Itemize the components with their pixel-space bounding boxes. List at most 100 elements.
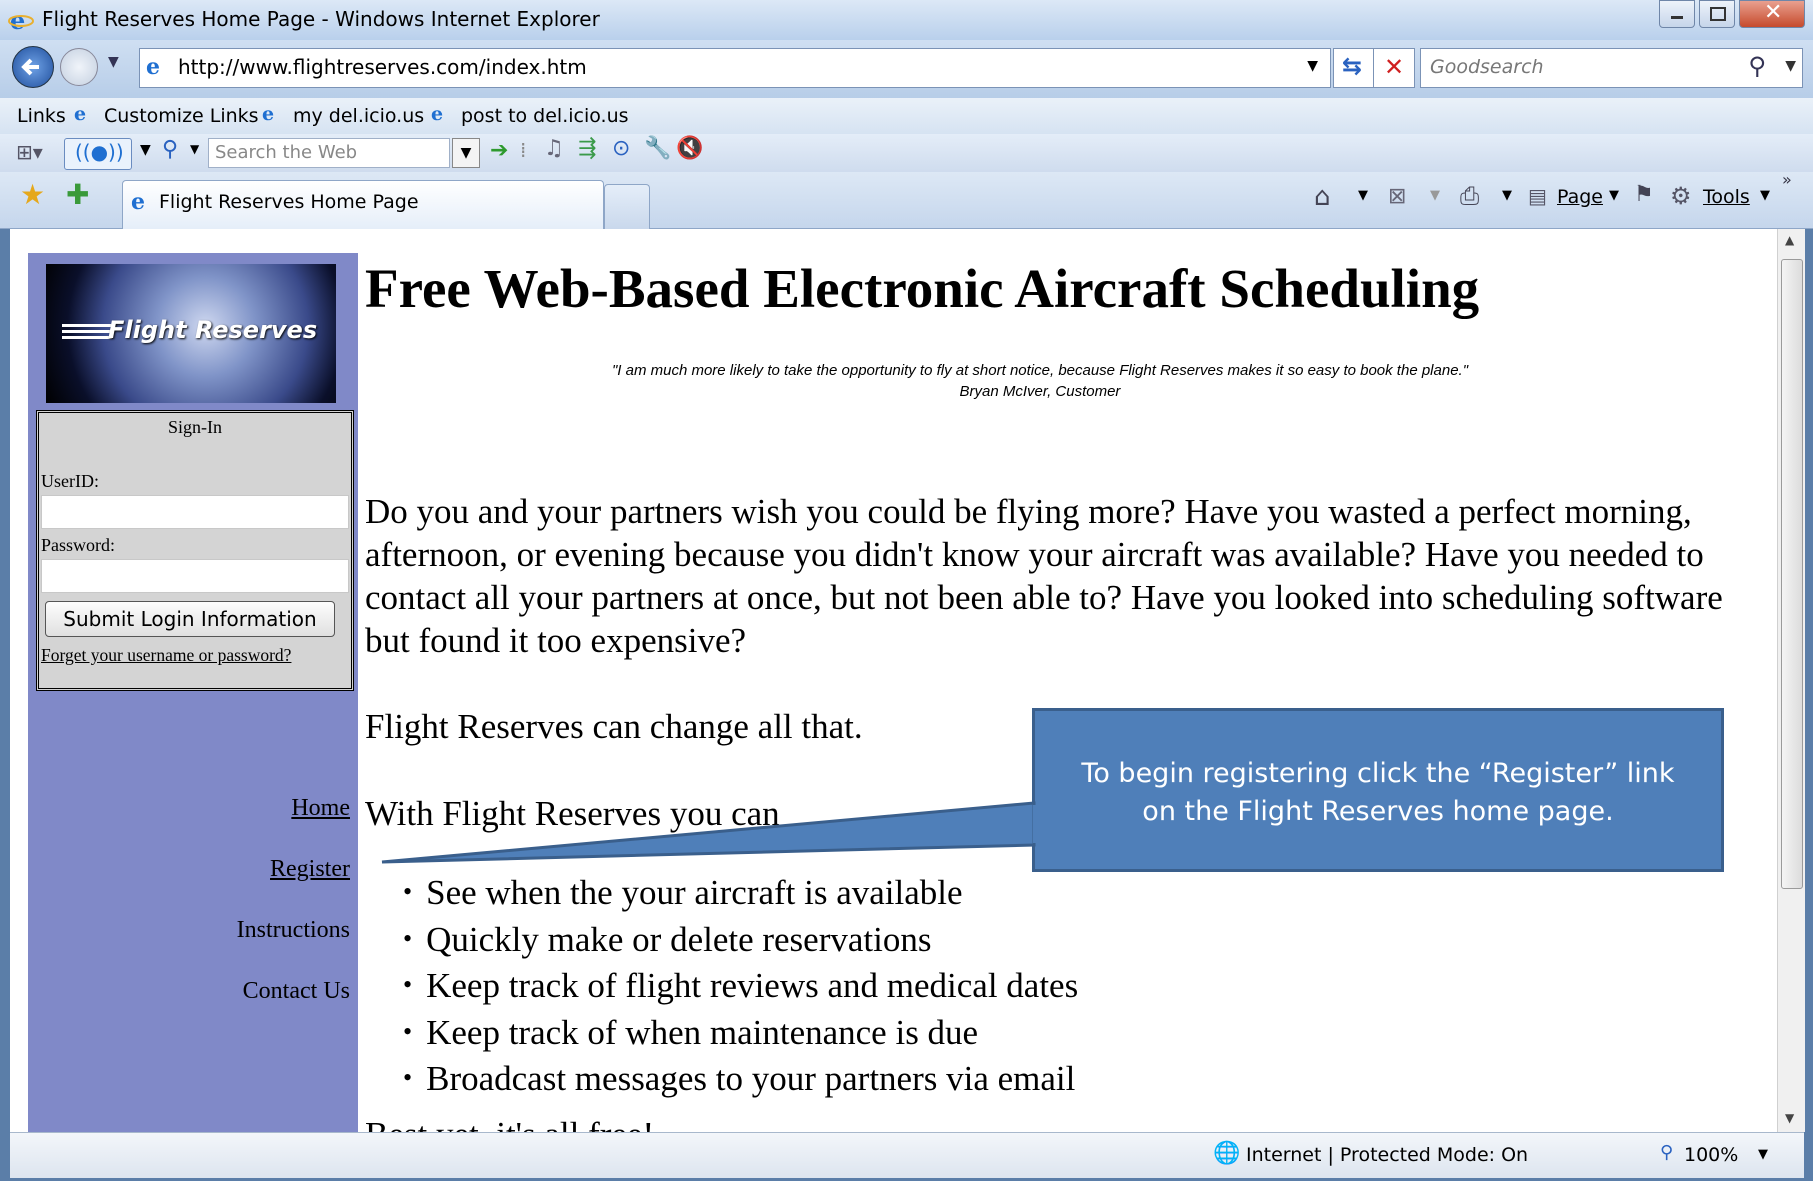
gear-icon: ⚙: [1670, 182, 1692, 210]
links-label: Links: [17, 105, 66, 127]
radio-button[interactable]: ((●)): [64, 138, 132, 170]
svg-text:e: e: [10, 7, 25, 33]
web-search-placeholder: Search the Web: [215, 142, 358, 163]
zoom-dropdown-icon[interactable]: ▼: [1758, 1147, 1768, 1162]
refresh-icon: ⇆: [1342, 52, 1363, 80]
radio-dropdown-icon[interactable]: ▼: [140, 142, 151, 158]
nav-contact-link[interactable]: Contact Us: [243, 978, 350, 1005]
tab-page-icon: e: [131, 189, 145, 215]
back-arrow-icon: [21, 58, 39, 76]
new-tab-button[interactable]: [604, 184, 650, 229]
zoom-level[interactable]: 100%: [1684, 1144, 1738, 1166]
vertical-scrollbar[interactable]: ▲ ▼: [1777, 229, 1805, 1132]
address-toolbar: ▼ e http://www.flightreserves.com/index.…: [0, 40, 1813, 98]
feature-item: Quickly make or delete reservations: [365, 918, 1078, 965]
search-input[interactable]: Goodsearch ⚲ ▼: [1420, 48, 1803, 88]
page-content: Flight Reserves Sign-In UserID: Password…: [10, 229, 1777, 1132]
address-field[interactable]: e http://www.flightreserves.com/index.ht…: [139, 48, 1331, 88]
volume-icon[interactable]: 🔇: [676, 136, 703, 161]
customer-quote: "I am much more likely to take the oppor…: [365, 360, 1715, 402]
logo-text: Flight Reserves: [108, 316, 318, 344]
favorites-star-icon[interactable]: ★: [20, 178, 45, 211]
tab-title: Flight Reserves Home Page: [159, 191, 419, 213]
refresh-button[interactable]: ⇆: [1333, 48, 1375, 88]
web-search-dropdown-button[interactable]: ▼: [452, 138, 480, 168]
cutoff-line: Best yet, it's all free!: [365, 1115, 654, 1132]
go-arrow-icon[interactable]: ➔: [490, 138, 508, 163]
scroll-up-icon[interactable]: ▲: [1785, 233, 1794, 247]
title-bar: e Flight Reserves Home Page - Windows In…: [0, 0, 1813, 40]
close-window-button[interactable]: ✕: [1739, 0, 1805, 28]
submit-login-button[interactable]: Submit Login Information: [45, 601, 335, 637]
web-search-icon: ⚲: [162, 137, 179, 162]
print-icon[interactable]: ⎙: [1460, 182, 1479, 210]
feeds-dropdown-icon[interactable]: ▼: [1430, 188, 1440, 203]
nav-register-link[interactable]: Register: [270, 856, 350, 883]
feature-item: Keep track of flight reviews and medical…: [365, 964, 1078, 1011]
feeds-icon[interactable]: ⊠: [1388, 184, 1406, 209]
feature-item: Keep track of when maintenance is due: [365, 1011, 1078, 1058]
logo-speed-lines: [62, 324, 112, 327]
separator-icon: ⁞: [520, 138, 527, 162]
left-sidebar: Flight Reserves Sign-In UserID: Password…: [28, 253, 358, 1132]
feature-list: See when the your aircraft is available …: [365, 871, 1078, 1104]
search-engine-dropdown-icon[interactable]: ▼: [190, 142, 199, 156]
radio-waves-icon: ((●)): [75, 140, 124, 164]
password-label: Password:: [41, 535, 116, 555]
link-page-icon: e: [262, 103, 275, 125]
back-button[interactable]: [12, 46, 54, 88]
signin-box: Sign-In UserID: Password: Submit Login I…: [36, 410, 354, 691]
tab-flight-reserves[interactable]: e Flight Reserves Home Page: [122, 180, 604, 229]
shuffle-icon[interactable]: ⇶: [578, 136, 596, 161]
flight-reserves-logo: Flight Reserves: [46, 264, 336, 403]
music-icon[interactable]: ♫: [544, 136, 564, 161]
scroll-down-icon[interactable]: ▼: [1785, 1111, 1794, 1125]
link-my-delicious[interactable]: my del.icio.us: [293, 105, 424, 127]
address-dropdown-icon[interactable]: ▼: [1307, 58, 1318, 74]
forgot-password-link[interactable]: Forget your username or password?: [41, 645, 291, 666]
url-text: http://www.flightreserves.com/index.htm: [178, 55, 587, 79]
search-placeholder: Goodsearch: [1430, 56, 1544, 78]
link-post-delicious[interactable]: post to del.icio.us: [461, 105, 629, 127]
page-menu[interactable]: Page: [1557, 186, 1603, 208]
userid-input[interactable]: [41, 495, 349, 529]
tools-menu[interactable]: Tools: [1703, 186, 1750, 208]
page-dropdown-icon[interactable]: ▼: [1609, 188, 1619, 203]
password-input[interactable]: [41, 559, 349, 593]
tutorial-callout: To begin registering click the “Register…: [1032, 708, 1724, 872]
intro-paragraph: Do you and your partners wish you could …: [365, 492, 1723, 660]
web-search-input[interactable]: Search the Web: [208, 138, 450, 168]
minimize-button[interactable]: [1659, 0, 1695, 28]
search-icon[interactable]: ⚲: [1748, 52, 1766, 80]
chevron-more-icon[interactable]: »: [1782, 170, 1792, 189]
ie-logo-icon: e: [8, 7, 34, 33]
page-icon: e: [146, 54, 160, 80]
callout-text: To begin registering click the “Register…: [1081, 758, 1675, 827]
security-zone: Internet | Protected Mode: On: [1246, 1144, 1529, 1166]
wrench-icon[interactable]: 🔧: [644, 136, 671, 161]
history-dropdown-icon[interactable]: ▼: [108, 54, 119, 70]
change-line: Flight Reserves can change all that.: [365, 707, 863, 746]
toolbar-add-icon[interactable]: ⊞▾: [16, 140, 43, 164]
home-icon[interactable]: ⌂: [1314, 182, 1331, 212]
link-page-icon: e: [431, 103, 444, 125]
stop-button[interactable]: ✕: [1373, 48, 1415, 88]
search-dropdown-icon[interactable]: ▼: [1785, 58, 1796, 74]
add-favorites-icon[interactable]: ✚: [66, 178, 89, 211]
scroll-thumb[interactable]: [1781, 259, 1803, 889]
link-customize[interactable]: Customize Links: [104, 105, 259, 127]
research-icon[interactable]: ⚑: [1634, 182, 1654, 207]
maximize-button[interactable]: [1699, 0, 1735, 28]
tools-dropdown-icon[interactable]: ▼: [1760, 188, 1770, 203]
nav-home-link[interactable]: Home: [291, 795, 350, 822]
home-dropdown-icon[interactable]: ▼: [1358, 188, 1368, 203]
play-icon[interactable]: ⊙: [612, 136, 630, 161]
forward-button[interactable]: [60, 48, 98, 86]
window-title: Flight Reserves Home Page - Windows Inte…: [42, 7, 600, 31]
userid-label: UserID:: [41, 471, 99, 491]
print-dropdown-icon[interactable]: ▼: [1502, 188, 1512, 203]
feature-item: Broadcast messages to your partners via …: [365, 1057, 1078, 1104]
zoom-icon: ⚲: [1660, 1142, 1674, 1163]
globe-icon: 🌐: [1213, 1141, 1241, 1166]
nav-instructions-link[interactable]: Instructions: [237, 917, 350, 944]
